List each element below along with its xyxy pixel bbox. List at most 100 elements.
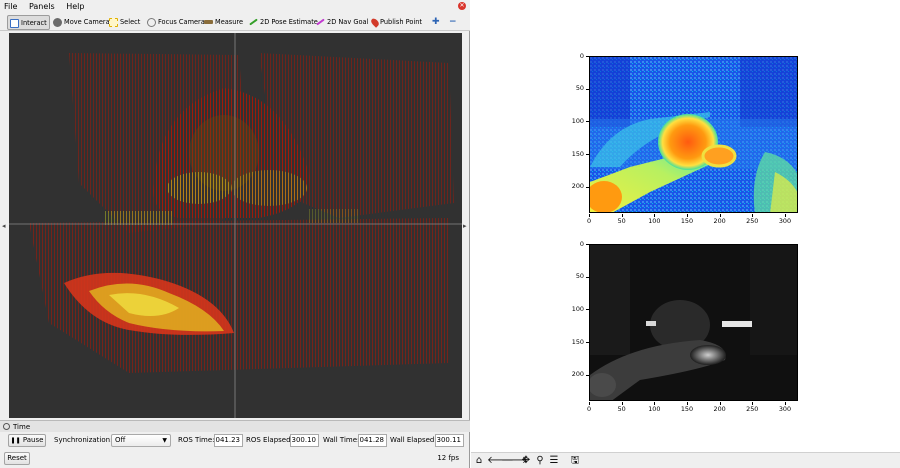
matplotlib-window: 0 50 100 150 200 0 50 100 150 200 250 300 0 50 100 150 2…: [471, 0, 900, 468]
tool-bar: Interact Move Camera Select Focus Camera…: [0, 14, 470, 31]
x-tick-mark: [752, 214, 754, 217]
x-tick-label: 100: [648, 405, 661, 413]
x-tick-mark: [719, 214, 721, 217]
x-tick-mark: [686, 402, 688, 405]
pause-button[interactable]: ❚❚ Pause: [8, 434, 46, 447]
pause-icon: ❚❚: [10, 437, 21, 444]
y-tick-label: 200: [571, 370, 584, 379]
x-tick-label: 0: [586, 405, 592, 413]
x-tick-label: 300: [778, 405, 792, 413]
wall-time-field[interactable]: 3041.28: [358, 434, 387, 447]
x-tick-mark: [589, 214, 590, 217]
tool-2d-nav-goal[interactable]: 2D Nav Goal: [316, 15, 368, 30]
y-tick-mark: [586, 374, 589, 376]
depth-image[interactable]: [589, 56, 798, 213]
left-panel-collapse-icon[interactable]: ◂: [2, 221, 8, 231]
tool-focus-camera[interactable]: Focus Camera: [147, 15, 205, 30]
time-panel-title: Time: [13, 423, 31, 431]
back-icon[interactable]: 🡐: [487, 455, 514, 467]
grayscale-ir-image: [590, 245, 797, 400]
chevron-down-icon: ▼: [162, 437, 167, 444]
zoom-icon[interactable]: ⚲: [534, 455, 546, 467]
pose-estimate-icon: [249, 18, 258, 26]
tool-move-camera[interactable]: Move Camera: [53, 15, 110, 30]
tool-label: Select: [120, 18, 141, 26]
menu-file[interactable]: File: [4, 2, 17, 11]
3d-viewport[interactable]: [9, 33, 462, 418]
ros-time-label: ROS Time:: [178, 436, 215, 444]
menu-bar: File Panels Help: [0, 0, 470, 14]
x-tick-label: 50: [617, 405, 626, 413]
forward-icon[interactable]: 🡒: [501, 455, 528, 467]
y-tick-label: 100: [571, 116, 584, 125]
x-tick-mark: [752, 402, 754, 405]
x-tick-mark: [621, 214, 623, 217]
tool-label: Move Camera: [64, 18, 110, 26]
tool-label: Focus Camera: [158, 18, 205, 26]
tool-measure[interactable]: Measure: [204, 15, 243, 30]
pan-icon[interactable]: ✥: [520, 455, 532, 467]
y-tick-label: 200: [571, 182, 584, 191]
sync-select[interactable]: Off ▼: [111, 434, 171, 447]
time-panel-header: Time: [0, 420, 470, 432]
save-icon[interactable]: 🖫: [569, 455, 581, 467]
right-panel-collapse-icon[interactable]: ▸: [463, 221, 469, 231]
sync-label: Synchronization:: [54, 436, 113, 444]
add-tool-icon[interactable]: ✚: [432, 15, 440, 30]
measure-icon: [204, 20, 213, 24]
tool-label: Interact: [21, 19, 47, 27]
tool-interact[interactable]: Interact: [7, 15, 50, 30]
tool-2d-pose-estimate[interactable]: 2D Pose Estimate: [249, 15, 318, 30]
y-tick-label: 150: [571, 149, 584, 158]
pause-label: Pause: [22, 436, 44, 444]
x-tick-label: 150: [680, 217, 694, 225]
y-tick-label: 50: [575, 272, 584, 281]
x-tick-mark: [589, 402, 590, 405]
ros-elapsed-field[interactable]: 1300.10: [290, 434, 319, 447]
grayscale-image[interactable]: [589, 244, 798, 401]
y-tick-label: 0: [579, 51, 584, 60]
y-tick-mark: [586, 244, 589, 245]
x-tick-mark: [686, 214, 688, 217]
y-tick-mark: [586, 121, 589, 123]
clock-icon: [3, 423, 10, 430]
fps-readout: 12 fps: [437, 454, 459, 462]
x-tick-mark: [784, 402, 786, 405]
move-camera-icon: [53, 17, 62, 27]
tool-label: 2D Nav Goal: [327, 18, 369, 26]
x-tick-label: 100: [648, 217, 661, 225]
select-icon: [109, 17, 118, 27]
interact-icon: [10, 18, 19, 28]
reset-button[interactable]: Reset: [4, 452, 30, 465]
nav-goal-icon: [316, 18, 325, 26]
x-tick-mark: [654, 402, 656, 405]
x-tick-mark: [621, 402, 623, 405]
x-tick-label: 250: [746, 405, 759, 413]
remove-tool-icon[interactable]: −: [449, 15, 457, 30]
tool-publish-point[interactable]: Publish Point: [369, 15, 422, 30]
ros-time-field[interactable]: 3041.23: [214, 434, 243, 447]
x-tick-label: 50: [617, 217, 626, 225]
tool-label: Publish Point: [380, 18, 422, 26]
rviz-window: File Panels Help Interact Move Camera Se…: [0, 0, 470, 468]
tool-select[interactable]: Select: [109, 15, 140, 30]
configure-subplots-icon[interactable]: ☰: [548, 455, 560, 467]
y-tick-mark: [586, 276, 589, 278]
focus-camera-icon: [147, 17, 156, 27]
x-tick-label: 200: [713, 217, 726, 225]
publish-point-icon: [369, 16, 381, 28]
sync-value: Off: [115, 436, 126, 444]
wall-elapsed-field[interactable]: 1300.11: [435, 434, 464, 447]
ros-elapsed-label: ROS Elapsed:: [246, 436, 293, 444]
menu-help[interactable]: Help: [66, 2, 84, 11]
close-icon[interactable]: ✕: [458, 2, 466, 10]
matplotlib-toolbar: ⌂ 🡐 🡒 ✥ ⚲ ☰ 🖫: [471, 452, 900, 468]
menu-panels[interactable]: Panels: [29, 2, 55, 11]
y-tick-label: 50: [575, 84, 584, 93]
y-tick-label: 100: [571, 304, 584, 313]
wall-time-label: Wall Time:: [323, 436, 360, 444]
x-tick-label: 150: [680, 405, 694, 413]
home-icon[interactable]: ⌂: [473, 455, 485, 467]
x-tick-label: 250: [746, 217, 759, 225]
tool-label: Measure: [215, 18, 244, 26]
